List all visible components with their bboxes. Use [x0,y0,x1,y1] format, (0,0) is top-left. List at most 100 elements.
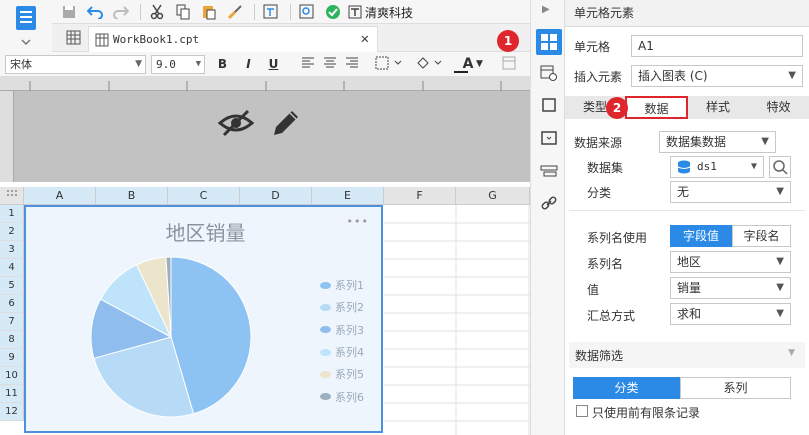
align-left-icon[interactable] [299,56,316,73]
data-source-select[interactable]: 数据集数据 ▼ [659,131,776,153]
cut-icon[interactable] [148,3,166,21]
cell-input[interactable]: A1 [631,35,803,57]
category-label: 分类 [587,186,612,200]
side-icon-bar: ▶ [530,0,565,435]
row-header[interactable]: 2 [0,223,24,241]
filter-tab-series[interactable]: 系列 [680,377,791,399]
save-icon[interactable] [60,3,78,21]
collapse-arrow-icon[interactable]: ▶ [542,4,550,15]
series-name-label: 系列名 [587,257,624,271]
row-header[interactable]: 3 [0,241,24,259]
cell-attribute-tab[interactable] [536,60,562,86]
edit-pencil-icon[interactable] [270,107,302,142]
chart-cell[interactable]: 地区销量 ••• 系列1 系列2 系列3 系列4 系列5 系列6 [24,205,383,433]
column-header[interactable]: B [96,187,168,205]
column-header[interactable]: D [240,187,312,205]
italic-button[interactable]: I [240,56,257,73]
series-name-select[interactable]: 地区 ▼ [670,251,791,273]
font-color-button[interactable]: A ▼ [452,56,484,73]
legend-item[interactable]: 系列6 [320,385,380,407]
square-icon [542,98,556,112]
paste-icon[interactable] [200,3,218,21]
font-size-value: 9.0 [156,58,176,71]
insert-element-select[interactable]: 插入图表 (C) ▼ [631,65,803,87]
legend-item[interactable]: 系列3 [320,319,380,341]
column-header[interactable]: F [384,187,456,205]
align-center-icon[interactable] [321,56,338,73]
data-filter-section[interactable]: 数据筛选 ▼ [569,342,805,368]
cell-label: 单元格 [574,40,611,54]
row-header[interactable]: 10 [0,367,24,385]
row-header[interactable]: 7 [0,313,24,331]
condition-tab[interactable] [536,158,562,184]
value-select[interactable]: 销量 ▼ [670,277,791,299]
column-header[interactable]: A [24,187,96,205]
column-header[interactable]: E [312,187,384,205]
align-right-icon[interactable] [343,56,360,73]
field-value-toggle[interactable]: 字段值 [670,225,732,247]
template-button[interactable] [0,0,52,52]
dataset-preview-button[interactable] [769,156,791,178]
grid-icon[interactable] [66,30,82,49]
widget-tab[interactable] [536,125,562,151]
hyperlink-tab[interactable] [536,190,562,216]
dataset-value: ds1 [697,160,717,173]
bold-button[interactable]: B [214,56,231,73]
format-brush-icon[interactable] [226,3,244,21]
row-header[interactable]: 1 [0,205,24,223]
underline-button[interactable]: U [265,56,282,73]
font-size-select[interactable]: 9.0 ▼ [151,55,205,74]
aggregation-select[interactable]: 求和 ▼ [670,303,791,325]
dataset-select[interactable]: ds1 ▼ [670,156,764,178]
undo-icon[interactable] [86,3,104,21]
row-header[interactable]: 5 [0,277,24,295]
legend-item[interactable]: 系列2 [320,296,380,318]
cell-element-tab[interactable] [536,29,562,55]
cell-element-icon[interactable] [262,3,280,21]
legend-label: 系列5 [335,368,364,382]
chevron-down-icon: ▼ [750,161,757,172]
hide-eye-icon[interactable] [217,105,255,144]
preview-icon[interactable] [298,3,316,21]
row-header[interactable]: 12 [0,403,24,421]
legend-item[interactable]: 系列4 [320,341,380,363]
chart-legend: 系列1 系列2 系列3 系列4 系列5 系列6 [320,274,380,408]
tab-data[interactable]: 数据 [625,96,688,119]
theme-icon [348,5,362,19]
legend-item[interactable]: 系列5 [320,363,380,385]
cell-style-tab[interactable] [536,92,562,118]
legend-item[interactable]: 系列1 [320,274,380,296]
tab-style[interactable]: 样式 [688,96,748,119]
corner-cell[interactable] [0,187,24,205]
template-icon [16,6,36,46]
row-header[interactable]: 8 [0,331,24,349]
step-badge-1: 1 [497,30,519,52]
row-header[interactable]: 4 [0,259,24,277]
column-header[interactable]: G [456,187,530,205]
chevron-down-icon: ▼ [476,59,483,69]
close-tab-icon[interactable]: ✕ [361,31,369,47]
border-icon[interactable] [374,56,404,73]
check-icon[interactable] [324,3,342,21]
filter-tab-category[interactable]: 分类 [573,377,680,399]
tab-effect[interactable]: 特效 [748,96,809,119]
redo-icon[interactable] [112,3,130,21]
copy-icon[interactable] [174,3,192,21]
row-header[interactable]: 11 [0,385,24,403]
cell-style-icon[interactable] [500,56,517,73]
aggregation-label: 汇总方式 [587,309,636,323]
chevron-down-icon: ▼ [788,348,795,358]
theme-button[interactable]: 清爽科技 [348,3,428,21]
row-header[interactable]: 9 [0,349,24,367]
category-select[interactable]: 无 ▼ [670,181,791,203]
file-tab[interactable]: WorkBook1.cpt ✕ [88,26,378,52]
data-source-label: 数据来源 [574,136,623,150]
font-family-select[interactable]: 宋体 ▼ [5,55,146,74]
fill-color-icon[interactable] [414,56,444,73]
font-color-letter: A [462,56,474,72]
column-header[interactable]: C [168,187,240,205]
limit-records-checkbox[interactable] [576,405,588,417]
row-header[interactable]: 6 [0,295,24,313]
field-name-toggle[interactable]: 字段名 [732,225,791,247]
legend-swatch-icon [320,348,331,356]
